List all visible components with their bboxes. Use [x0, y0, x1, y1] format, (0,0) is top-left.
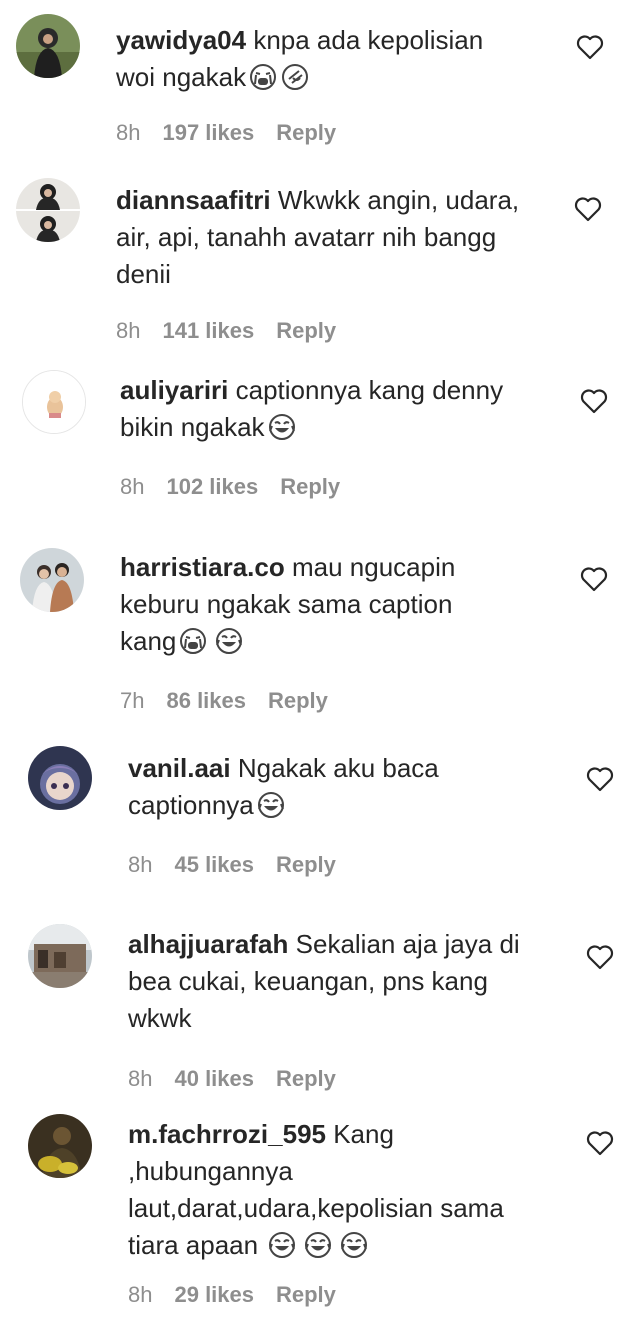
avatar-image [16, 14, 80, 78]
comment-body-line: air, api, tanahh avatarr nih bangg [116, 222, 497, 252]
comment-likes[interactable]: 141 likes [162, 318, 254, 344]
tears-of-joy-face-icon [257, 792, 284, 818]
comment-meta: 8h 40 likes Reply [128, 1066, 336, 1092]
comment-body-line: wkwk [128, 1003, 192, 1033]
comment-username[interactable]: alhajjuarafah [128, 929, 288, 959]
rolling-on-floor-laughing-icon [282, 64, 309, 90]
comment-text: harristiara.co mau ngucapin keburu ngaka… [120, 549, 560, 660]
comment-meta: 8h 45 likes Reply [128, 852, 336, 878]
comment-body-line: bikin ngakak [120, 412, 265, 442]
reply-button[interactable]: Reply [276, 1282, 336, 1308]
comment-body-line: bea cukai, keuangan, pns kang [128, 966, 488, 996]
comment-meta: 8h 141 likes Reply [116, 318, 336, 344]
comment-username[interactable]: vanil.aai [128, 753, 231, 783]
avatar-image [20, 548, 84, 612]
avatar[interactable] [28, 746, 92, 810]
comment-meta: 8h 197 likes Reply [116, 120, 336, 146]
avatar[interactable] [16, 178, 80, 242]
comment-body-line: Kang [333, 1119, 394, 1149]
like-heart-icon[interactable] [586, 766, 614, 792]
comment-time: 8h [120, 474, 145, 499]
comment-body-line: Wkwkk angin, udara, [277, 185, 520, 215]
comment-time: 8h [116, 120, 141, 145]
comment-time: 8h [116, 318, 141, 343]
comment-body-line: kang [120, 626, 177, 656]
avatar[interactable] [20, 548, 84, 612]
comment-body-line: knpa ada kepolisian [253, 25, 484, 55]
like-heart-icon[interactable] [586, 1130, 614, 1156]
comment-meta: 7h 86 likes Reply [120, 688, 328, 714]
comment-username[interactable]: auliyariri [120, 375, 228, 405]
avatar[interactable] [28, 924, 92, 988]
like-heart-icon[interactable] [580, 388, 608, 414]
comment-body-line: denii [116, 259, 171, 289]
comment-body-line: ,hubungannya [128, 1156, 293, 1186]
comment-body-line: captionnya [128, 790, 254, 820]
comment-time: 8h [128, 1282, 153, 1307]
comment-likes[interactable]: 45 likes [174, 852, 254, 878]
avatar-image [16, 178, 80, 242]
avatar-image [28, 924, 92, 988]
comment-time: 8h [128, 852, 153, 877]
tears-of-joy-face-icon [268, 414, 295, 440]
like-heart-icon[interactable] [580, 566, 608, 592]
comment-body-line: Ngakak aku baca [237, 753, 439, 783]
like-heart-icon[interactable] [576, 34, 604, 60]
comment-body-line: keburu ngakak sama caption [120, 589, 453, 619]
tears-of-joy-face-icon [341, 1232, 368, 1258]
comment-text: auliyariri captionnya kang denny bikin n… [120, 372, 560, 446]
comment-username[interactable]: yawidya04 [116, 25, 246, 55]
comment-time: 7h [120, 688, 145, 713]
avatar[interactable] [28, 1114, 92, 1178]
reply-button[interactable]: Reply [276, 1066, 336, 1092]
comment-body-line: laut,darat,udara,kepolisian sama [128, 1193, 504, 1223]
comment-likes[interactable]: 40 likes [174, 1066, 254, 1092]
comment-text: m.fachrrozi_595 Kang ,hubungannya laut,d… [128, 1116, 568, 1264]
comment-text: yawidya04 knpa ada kepolisian woi ngakak [116, 22, 556, 96]
reply-button[interactable]: Reply [276, 852, 336, 878]
comment-body-line: mau ngucapin [291, 552, 456, 582]
like-heart-icon[interactable] [586, 944, 614, 970]
comment-likes[interactable]: 29 likes [174, 1282, 254, 1308]
avatar-image [23, 371, 85, 433]
comment-likes[interactable]: 197 likes [162, 120, 254, 146]
comment-username[interactable]: m.fachrrozi_595 [128, 1119, 326, 1149]
comment-likes[interactable]: 86 likes [166, 688, 246, 714]
comment-body-line: woi ngakak [116, 62, 247, 92]
reply-button[interactable]: Reply [280, 474, 340, 500]
avatar-image [28, 746, 92, 810]
reply-button[interactable]: Reply [276, 318, 336, 344]
avatar-image [28, 1114, 92, 1178]
avatar[interactable] [22, 370, 86, 434]
loudly-crying-face-icon [180, 628, 207, 654]
comment-text: alhajjuarafah Sekalian aja jaya di bea c… [128, 926, 568, 1037]
comment-text: diannsaafitri Wkwkk angin, udara, air, a… [116, 182, 556, 293]
like-heart-icon[interactable] [574, 196, 602, 222]
comment-meta: 8h 102 likes Reply [120, 474, 340, 500]
reply-button[interactable]: Reply [268, 688, 328, 714]
comment-text: vanil.aai Ngakak aku baca captionnya [128, 750, 568, 824]
loudly-crying-face-icon [250, 64, 277, 90]
avatar[interactable] [16, 14, 80, 78]
comment-likes[interactable]: 102 likes [166, 474, 258, 500]
tears-of-joy-face-icon [216, 628, 243, 654]
comment-body-line: Sekalian aja jaya di [295, 929, 520, 959]
tears-of-joy-face-icon [305, 1232, 332, 1258]
reply-button[interactable]: Reply [276, 120, 336, 146]
comment-username[interactable]: harristiara.co [120, 552, 285, 582]
comment-time: 8h [128, 1066, 153, 1091]
comment-body-line: tiara apaan [128, 1230, 259, 1260]
comment-username[interactable]: diannsaafitri [116, 185, 271, 215]
tears-of-joy-face-icon [269, 1232, 296, 1258]
comment-meta: 8h 29 likes Reply [128, 1282, 336, 1308]
comment-body-line: captionnya kang denny [235, 375, 504, 405]
